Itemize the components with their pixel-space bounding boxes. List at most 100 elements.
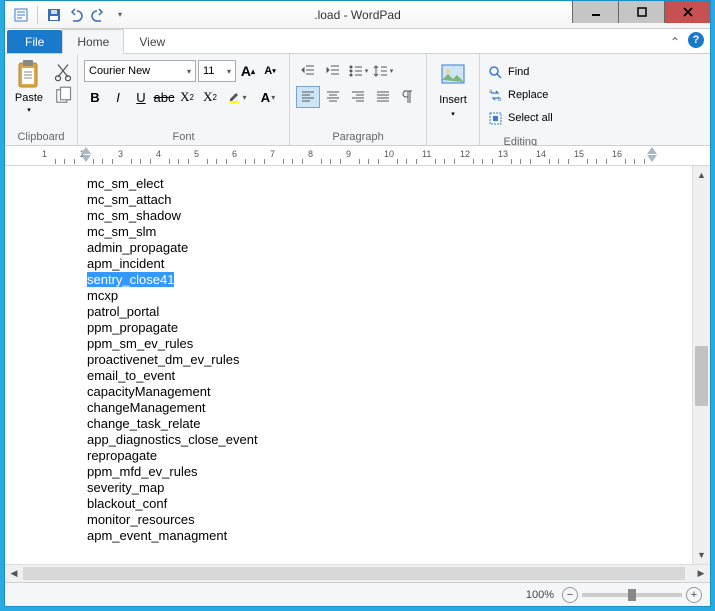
font-color-button[interactable]: A▾ <box>253 86 283 108</box>
text-line[interactable]: app_diagnostics_close_event <box>87 432 692 448</box>
strikethrough-button[interactable]: abc <box>153 86 175 108</box>
wordpad-window: ▾ .load - WordPad File Home View ⌃ ? Pas… <box>4 0 711 607</box>
insert-button[interactable]: Insert ▾ <box>431 56 475 124</box>
help-button[interactable]: ? <box>688 32 704 48</box>
bold-button[interactable]: B <box>84 86 106 108</box>
align-right-icon[interactable] <box>346 86 370 108</box>
text-line[interactable]: ppm_propagate <box>87 320 692 336</box>
zoom-level: 100% <box>526 589 554 601</box>
text-line[interactable]: severity_map <box>87 480 692 496</box>
text-line[interactable]: monitor_resources <box>87 512 692 528</box>
zoom-in-button[interactable]: + <box>686 587 702 603</box>
font-size-select[interactable]: 11▾ <box>198 60 236 82</box>
font-label: Font <box>82 129 285 145</box>
vertical-thumb[interactable] <box>695 346 708 406</box>
ribbon: Paste ▾ Clipboard Courier New▾ 11▾ A▴ A▾ <box>5 54 710 146</box>
svg-text:a: a <box>489 89 493 95</box>
selectall-button[interactable]: Select all <box>488 108 553 128</box>
superscript-button[interactable]: X2 <box>199 86 221 108</box>
text-line[interactable]: capacityManagement <box>87 384 692 400</box>
text-line[interactable]: mc_sm_elect <box>87 176 692 192</box>
collapse-ribbon-icon[interactable]: ⌃ <box>670 35 680 49</box>
redo-icon[interactable] <box>88 5 108 25</box>
align-center-icon[interactable] <box>321 86 345 108</box>
paragraph-label: Paragraph <box>294 129 422 145</box>
text-line[interactable]: change_task_relate <box>87 416 692 432</box>
shrink-font-icon[interactable]: A▾ <box>260 60 280 82</box>
text-line[interactable]: blackout_conf <box>87 496 692 512</box>
text-line[interactable]: ppm_sm_ev_rules <box>87 336 692 352</box>
wordpad-icon <box>11 5 31 25</box>
grow-font-icon[interactable]: A▴ <box>238 60 258 82</box>
text-line[interactable]: ppm_mfd_ev_rules <box>87 464 692 480</box>
minimize-button[interactable] <box>572 1 618 23</box>
text-line[interactable]: mc_sm_slm <box>87 224 692 240</box>
text-line[interactable]: proactivenet_dm_ev_rules <box>87 352 692 368</box>
scroll-up-icon[interactable]: ▲ <box>693 166 710 184</box>
scroll-down-icon[interactable]: ▼ <box>693 546 710 564</box>
text-line[interactable]: repropagate <box>87 448 692 464</box>
text-line[interactable]: changeManagement <box>87 400 692 416</box>
ribbon-tabs: File Home View ⌃ ? <box>5 29 710 54</box>
decrease-indent-icon[interactable] <box>296 60 320 82</box>
scroll-left-icon[interactable]: ◀ <box>5 565 23 582</box>
zoom-slider[interactable] <box>582 593 682 597</box>
view-tab[interactable]: View <box>124 29 180 53</box>
insert-group-label <box>431 129 475 145</box>
qat-dropdown-icon[interactable]: ▾ <box>110 5 130 25</box>
paragraph-group: ▾ ▾ Paragraph <box>290 54 427 145</box>
cut-icon[interactable] <box>53 62 73 82</box>
text-line[interactable]: email_to_event <box>87 368 692 384</box>
left-indent-marker[interactable] <box>81 155 91 162</box>
right-indent-marker-top[interactable] <box>647 147 657 154</box>
right-indent-marker[interactable] <box>647 155 657 162</box>
document-body[interactable]: mc_sm_electmc_sm_attachmc_sm_shadowmc_sm… <box>5 166 692 564</box>
line-spacing-icon[interactable]: ▾ <box>371 60 395 82</box>
text-line[interactable]: sentry_close41 <box>87 272 692 288</box>
scroll-right-icon[interactable]: ▶ <box>692 565 710 582</box>
paste-label: Paste <box>15 92 43 104</box>
titlebar: ▾ .load - WordPad <box>5 1 710 29</box>
text-line[interactable]: admin_propagate <box>87 240 692 256</box>
paste-button[interactable]: Paste ▾ <box>9 56 49 116</box>
document-area: mc_sm_electmc_sm_attachmc_sm_shadowmc_sm… <box>5 166 710 564</box>
underline-button[interactable]: U <box>130 86 152 108</box>
zoom-out-button[interactable]: − <box>562 587 578 603</box>
highlight-color-button[interactable]: ▾ <box>222 86 252 108</box>
zoom-control: − + <box>562 587 702 603</box>
replace-button[interactable]: ab Replace <box>488 85 553 105</box>
find-button[interactable]: Find <box>488 62 553 82</box>
editing-group: Find ab Replace Select all Editing <box>480 54 561 145</box>
save-icon[interactable] <box>44 5 64 25</box>
font-group: Courier New▾ 11▾ A▴ A▾ B I U abc X2 X2 ▾… <box>78 54 290 145</box>
text-line[interactable]: apm_incident <box>87 256 692 272</box>
horizontal-thumb[interactable] <box>23 567 685 580</box>
text-line[interactable]: mc_sm_attach <box>87 192 692 208</box>
file-tab[interactable]: File <box>7 30 62 53</box>
copy-icon[interactable] <box>53 86 73 106</box>
clipboard-label: Clipboard <box>9 129 73 145</box>
ruler[interactable]: 12345678910111213141516 <box>5 146 710 166</box>
font-name-select[interactable]: Courier New▾ <box>84 60 196 82</box>
increase-indent-icon[interactable] <box>321 60 345 82</box>
text-line[interactable]: patrol_portal <box>87 304 692 320</box>
paragraph-dialog-icon[interactable] <box>396 86 420 108</box>
home-tab[interactable]: Home <box>62 29 124 54</box>
svg-text:b: b <box>498 97 502 103</box>
italic-button[interactable]: I <box>107 86 129 108</box>
align-left-icon[interactable] <box>296 86 320 108</box>
text-line[interactable]: mc_sm_shadow <box>87 208 692 224</box>
first-line-indent-marker[interactable] <box>81 147 91 154</box>
bullets-icon[interactable]: ▾ <box>346 60 370 82</box>
maximize-button[interactable] <box>618 1 664 23</box>
window-controls <box>572 1 710 23</box>
close-button[interactable] <box>664 1 710 23</box>
undo-icon[interactable] <box>66 5 86 25</box>
vertical-scrollbar[interactable]: ▲ ▼ <box>692 166 710 564</box>
subscript-button[interactable]: X2 <box>176 86 198 108</box>
text-line[interactable]: apm_event_managment <box>87 528 692 544</box>
text-line[interactable]: mcxp <box>87 288 692 304</box>
quick-access-toolbar: ▾ <box>5 5 130 25</box>
horizontal-scrollbar[interactable]: ◀ ▶ <box>5 564 710 582</box>
justify-icon[interactable] <box>371 86 395 108</box>
